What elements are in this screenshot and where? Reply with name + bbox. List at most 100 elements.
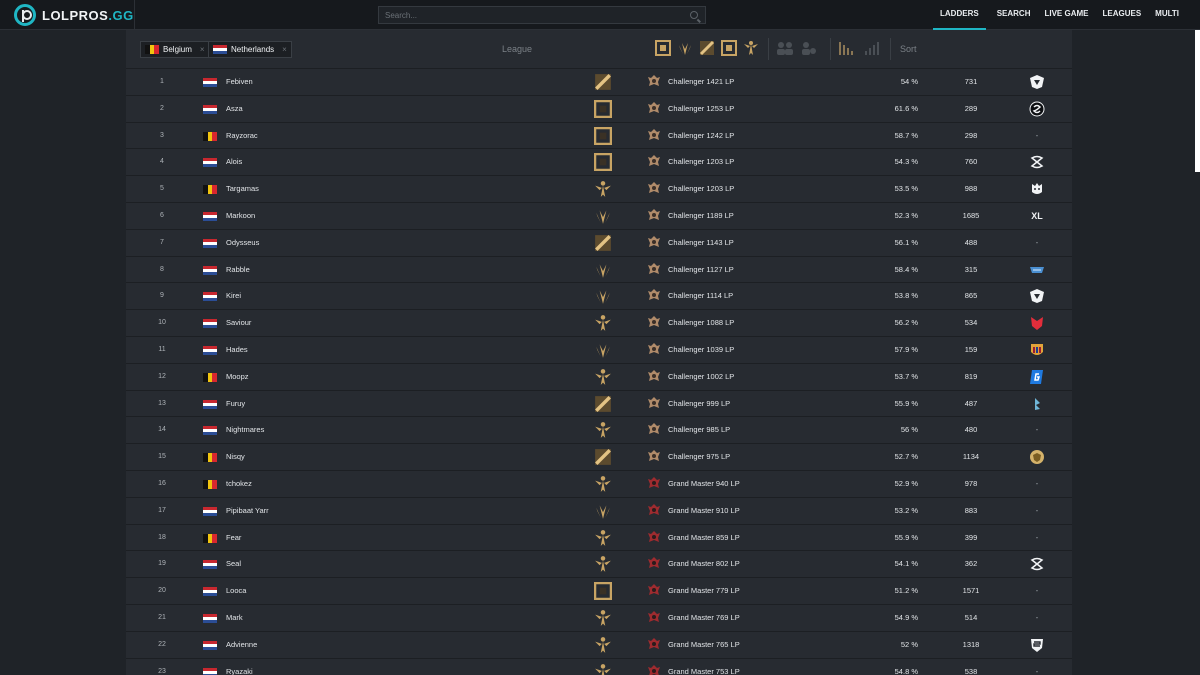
- winrate: 58.4 %: [894, 264, 918, 274]
- logo-icon: [14, 4, 36, 26]
- player-name[interactable]: Hades: [226, 337, 248, 363]
- player-name[interactable]: Rayzorac: [226, 123, 258, 149]
- table-row[interactable]: 10 Saviour Challenger 1088 LP 56.2 % 534: [126, 309, 1072, 335]
- player-name[interactable]: Kirei: [226, 283, 241, 309]
- winrate: 51.2 %: [894, 586, 918, 596]
- remove-chip-icon[interactable]: ×: [200, 45, 205, 54]
- player-name[interactable]: Rabble: [226, 257, 250, 283]
- table-row[interactable]: 23 Ryazaki Grand Master 753 LP 54.8 % 538 -: [126, 657, 1072, 675]
- games-played: 538: [964, 666, 978, 675]
- barca-logo[interactable]: [1028, 341, 1046, 359]
- remove-chip-icon[interactable]: ×: [282, 45, 287, 54]
- player-name[interactable]: Markoon: [226, 203, 255, 229]
- games-played: 731: [964, 77, 978, 86]
- country-chip-belgium[interactable]: Belgium ×: [140, 41, 210, 58]
- rank-number: 16: [158, 480, 166, 487]
- table-row[interactable]: 6 Markoon Challenger 1189 LP 52.3 % 1685 XL: [126, 202, 1072, 228]
- team-logo[interactable]: XL: [1028, 207, 1046, 225]
- nav-search[interactable]: SEARCH: [990, 0, 1038, 30]
- player-name[interactable]: Moopz: [226, 364, 249, 390]
- player-name[interactable]: Nightmares: [226, 417, 264, 443]
- player-name[interactable]: Pipibaat Yarr: [226, 498, 269, 524]
- rank-lp: Challenger 1114 LP: [668, 291, 734, 301]
- table-row[interactable]: 1 Febiven Challenger 1421 LP 54 % 731: [126, 68, 1072, 94]
- player-name[interactable]: Advienne: [226, 632, 257, 658]
- table-row[interactable]: 19 Seal Grand Master 802 LP 54.1 % 362: [126, 550, 1072, 576]
- player-name[interactable]: Fear: [226, 525, 241, 551]
- table-row[interactable]: 9 Kirei Challenger 1114 LP 53.8 % 865: [126, 282, 1072, 308]
- table-row[interactable]: 14 Nightmares Challenger 985 LP 56 % 480 -: [126, 416, 1072, 442]
- splyce-logo[interactable]: [1028, 100, 1046, 118]
- signal-bars-icon[interactable]: [838, 40, 856, 56]
- team-empty: -: [1035, 479, 1039, 488]
- shield-logo[interactable]: [1028, 636, 1046, 654]
- player-name[interactable]: Odysseus: [226, 230, 259, 256]
- add-user-icon[interactable]: [800, 40, 818, 56]
- nav-leagues[interactable]: LEAGUES: [1095, 0, 1148, 30]
- winrate: 52.3 %: [894, 211, 918, 220]
- country-chip-netherlands[interactable]: Netherlands ×: [208, 41, 292, 58]
- table-row[interactable]: 11 Hades Challenger 1039 LP 57.9 % 159: [126, 336, 1072, 362]
- role-top-icon: [594, 153, 612, 172]
- ladder-panel: Belgium × Netherlands × League Sort 1 Fe…: [126, 30, 1072, 675]
- team-logo[interactable]: [1028, 261, 1046, 279]
- netherlands-flag-icon: [203, 104, 217, 114]
- role-filter-jungle[interactable]: [676, 39, 694, 57]
- search-icon[interactable]: [690, 11, 698, 19]
- role-filter-bottom[interactable]: [720, 39, 738, 57]
- team-empty: -: [1035, 237, 1039, 247]
- sk-logo[interactable]: [1028, 555, 1046, 573]
- role-filter-mid[interactable]: [698, 39, 716, 57]
- excel-logo[interactable]: [1028, 73, 1046, 91]
- role-mid-icon: [594, 234, 612, 252]
- rank-lp: Challenger 1421 LP: [668, 77, 735, 86]
- g2-logo[interactable]: [1028, 180, 1046, 198]
- player-name[interactable]: Ryazaki: [226, 659, 253, 675]
- table-row[interactable]: 7 Odysseus Challenger 1143 LP 56.1 % 488 -: [126, 228, 1072, 256]
- table-row[interactable]: 13 Furuy Challenger 999 LP 55.9 % 487: [126, 389, 1072, 417]
- scrollbar[interactable]: [1195, 30, 1200, 172]
- giants-logo[interactable]: [1028, 368, 1046, 386]
- table-row[interactable]: 2 Asza Challenger 1253 LP 61.6 % 289: [126, 94, 1072, 122]
- mad-logo[interactable]: [1028, 314, 1046, 332]
- table-row[interactable]: 3 Rayzorac Challenger 1242 LP 58.7 % 298 -: [126, 121, 1072, 149]
- player-name[interactable]: Asza: [226, 96, 243, 122]
- player-name[interactable]: Furuy: [226, 391, 245, 417]
- role-filter-support[interactable]: [742, 39, 760, 57]
- search-input[interactable]: [379, 7, 705, 23]
- role-support-icon: [594, 529, 612, 547]
- table-row[interactable]: 15 Nisqy Challenger 975 LP 52.7 % 1134: [126, 443, 1072, 469]
- table-row[interactable]: 4 Alois Challenger 1203 LP 54.3 % 760: [126, 148, 1072, 174]
- excel-logo[interactable]: [1028, 287, 1046, 305]
- player-name[interactable]: Febiven: [226, 69, 253, 95]
- league-select[interactable]: League: [502, 41, 642, 58]
- player-name[interactable]: Saviour: [226, 310, 251, 336]
- sk-logo[interactable]: [1028, 153, 1046, 171]
- table-row[interactable]: 22 Advienne Grand Master 765 LP 52 % 1318: [126, 630, 1072, 658]
- table-row[interactable]: 20 Looca Grand Master 779 LP 51.2 % 1571 -: [126, 577, 1072, 603]
- player-name[interactable]: Alois: [226, 149, 242, 175]
- role-filter-top[interactable]: [654, 39, 672, 57]
- nav-ladders[interactable]: LADDERS: [933, 0, 986, 30]
- table-row[interactable]: 17 Pipibaat Yarr Grand Master 910 LP 53.2 %…: [126, 496, 1072, 524]
- table-row[interactable]: 16 tchokez Grand Master 940 LP 52.9 % 978 -: [126, 470, 1072, 496]
- table-row[interactable]: 12 Moopz Challenger 1002 LP 53.7 % 819: [126, 362, 1072, 390]
- mad-lions-logo[interactable]: [1028, 448, 1046, 466]
- player-name[interactable]: Mark: [226, 605, 243, 631]
- table-row[interactable]: 5 Targamas Challenger 1203 LP 53.5 % 988: [126, 175, 1072, 201]
- player-name[interactable]: Looca: [226, 578, 246, 604]
- player-name[interactable]: Targamas: [226, 176, 259, 202]
- player-name[interactable]: Nisqy: [226, 444, 245, 470]
- bulldog-logo[interactable]: [1028, 395, 1046, 413]
- nav-live-game[interactable]: LIVE GAME: [1037, 0, 1095, 30]
- table-row[interactable]: 18 Fear Grand Master 859 LP 55.9 % 399 -: [126, 523, 1072, 551]
- nav-multi[interactable]: MULTI: [1148, 0, 1186, 30]
- player-name[interactable]: tchokez: [226, 471, 252, 497]
- signal-bars-reverse-icon[interactable]: [864, 40, 882, 56]
- player-name[interactable]: Seal: [226, 551, 241, 577]
- site-logo[interactable]: LOLPROS.GG: [14, 4, 134, 26]
- sort-select[interactable]: Sort: [900, 41, 917, 58]
- table-row[interactable]: 21 Mark Grand Master 769 LP 54.9 % 514 -: [126, 604, 1072, 630]
- group-icon[interactable]: [776, 40, 794, 56]
- table-row[interactable]: 8 Rabble Challenger 1127 LP 58.4 % 315: [126, 255, 1072, 283]
